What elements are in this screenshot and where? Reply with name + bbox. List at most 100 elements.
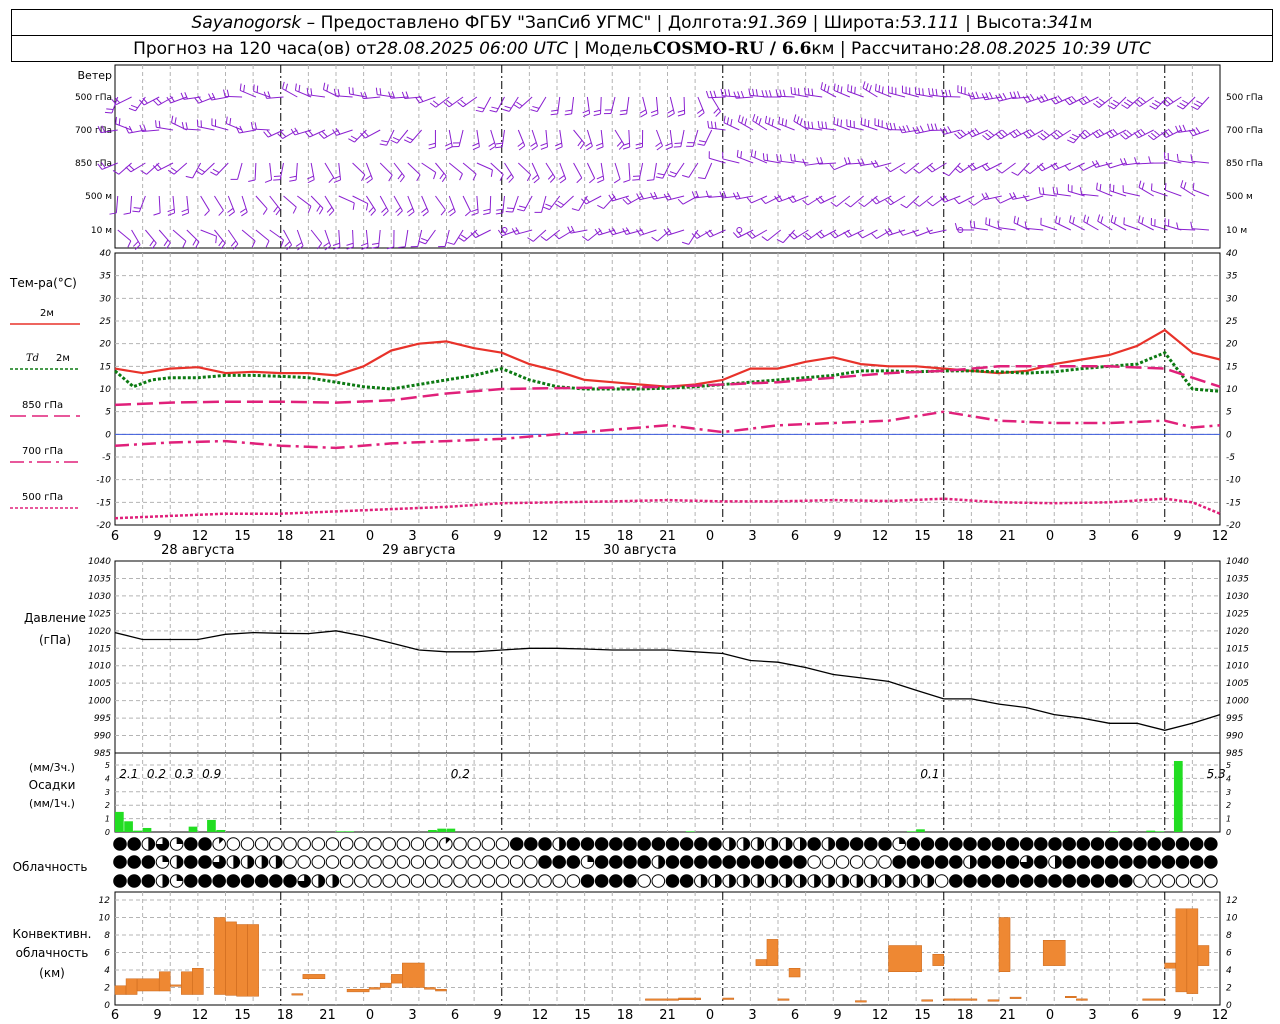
- wind-barb-staff: [200, 195, 210, 211]
- wind-barb-flag: [1097, 214, 1101, 222]
- wind-barb-flag: [204, 210, 210, 216]
- wind-barb-flag: [807, 88, 810, 96]
- wind-barb-flag: [142, 97, 148, 104]
- wind-barb-flag: [381, 140, 389, 143]
- wind-barb-flag: [1016, 217, 1020, 225]
- cloud-circle: [538, 837, 552, 851]
- precip-bar: [428, 829, 437, 832]
- wind-barb-flag: [1058, 217, 1061, 225]
- wind-barb-flag: [758, 118, 762, 125]
- wind-barb-staff: [600, 96, 602, 115]
- cloud-circle: [934, 874, 949, 888]
- pressure-axis-label-right: 1030: [1226, 592, 1249, 602]
- wind-barb-flag: [1057, 130, 1064, 136]
- wind-barb-flag: [705, 90, 710, 98]
- precip-bar: [1173, 760, 1183, 832]
- conv-bar: [402, 962, 425, 988]
- wind-barb-flag: [914, 87, 917, 95]
- cloud-circle: [779, 855, 793, 869]
- wind-barb-flag: [134, 244, 141, 251]
- cloud-circle: [269, 874, 283, 888]
- cloud-circle: [141, 874, 156, 888]
- wind-barb-flag: [1009, 132, 1015, 139]
- wind-barb-staff: [610, 96, 616, 114]
- wind-barb-flag: [832, 230, 839, 237]
- cloud-circle: [524, 874, 538, 888]
- wind-barb-flag: [473, 230, 480, 237]
- temp-x-tick: 12: [872, 529, 889, 544]
- precip-axis-label: 2: [105, 801, 110, 810]
- wind-barb-staff: [655, 96, 659, 114]
- conv-bar: [435, 989, 447, 992]
- cloud-circle: [651, 837, 666, 851]
- wind-barb-flag: [1037, 135, 1044, 141]
- wind-barb-staff: [379, 195, 389, 212]
- wind-barb-flag: [304, 131, 310, 138]
- wind-barb-flag: [363, 130, 369, 137]
- wind-barb-flag: [1123, 217, 1125, 225]
- wind-barb-flag: [699, 140, 707, 143]
- wind-barb-flag: [366, 178, 373, 184]
- wind-barb-staff: [310, 229, 323, 244]
- conv-x-tick: 18: [617, 1008, 634, 1023]
- wind-barb-flag: [619, 113, 627, 116]
- conv-bar: [170, 984, 182, 987]
- wind-barb-flag: [862, 81, 866, 89]
- temp-x-tick: 6: [1131, 529, 1139, 544]
- wind-barb-flag: [350, 135, 358, 140]
- wind-barb-flag: [998, 131, 1005, 138]
- wind-barb-flag: [491, 106, 499, 110]
- wind-barb-staff: [435, 162, 447, 177]
- cloud-circle: [1189, 874, 1204, 888]
- wind-barb-flag: [1012, 192, 1017, 199]
- wind-barb-flag: [975, 91, 979, 99]
- wind-barb-staff: [323, 129, 340, 139]
- wind-barb-flag: [360, 242, 368, 247]
- cloud-circle: [495, 837, 510, 851]
- cloud-circle: [708, 837, 722, 851]
- pressure-axis-label: 1005: [88, 679, 111, 689]
- wind-barb-flag: [1098, 128, 1105, 135]
- wind-barb-flag: [790, 153, 793, 161]
- wind-barb-flag: [625, 197, 632, 203]
- wind-barb-flag: [597, 179, 605, 184]
- wind-barb-flag: [1078, 164, 1084, 171]
- wind-barb-flag: [1182, 124, 1187, 132]
- wind-barb-flag: [472, 142, 480, 147]
- pressure-axis-label: 995: [94, 714, 111, 724]
- wind-barb-flag: [1084, 95, 1091, 102]
- cloud-circle: [1147, 874, 1161, 888]
- wind-barb-flag: [988, 218, 991, 226]
- wind-barb-flag: [1092, 132, 1098, 139]
- wind-barb-flag: [540, 146, 548, 150]
- wind-barb-staff: [1043, 129, 1058, 141]
- date-label: 29 августа: [382, 543, 456, 558]
- wind-barb-flag: [665, 146, 673, 150]
- wind-barb-flag: [760, 198, 766, 204]
- wind-barb-flag: [282, 81, 285, 89]
- wind-barb-staff: [614, 162, 621, 180]
- cloud-sector: [162, 855, 169, 862]
- cloud-circle: [354, 855, 368, 869]
- wind-barb-staff: [560, 195, 574, 208]
- conv-bar: [424, 987, 436, 990]
- wind-barb-flag: [954, 133, 960, 140]
- wind-level-label: 10 м: [91, 226, 112, 236]
- temp-x-tick: 21: [999, 529, 1016, 544]
- wind-barb-flag: [223, 89, 226, 97]
- wind-barb-staff: [987, 129, 1003, 141]
- wind-barb-flag: [846, 230, 853, 237]
- cloud-circle: [1147, 837, 1161, 851]
- cloud-circle: [453, 837, 467, 851]
- wind-barb-flag: [265, 240, 270, 248]
- wind-barb-flag: [518, 205, 526, 209]
- cloud-circle: [963, 837, 977, 851]
- wind-barb-flag: [796, 116, 800, 124]
- cloud-circle: [524, 837, 538, 851]
- wind-barb-flag: [1043, 130, 1050, 137]
- wind-barb-staff: [378, 229, 381, 247]
- wind-barb-flag: [1084, 129, 1091, 136]
- wind-barb-flag: [368, 206, 374, 213]
- cloud-circle: [467, 874, 481, 888]
- wind-barb-flag: [250, 122, 254, 130]
